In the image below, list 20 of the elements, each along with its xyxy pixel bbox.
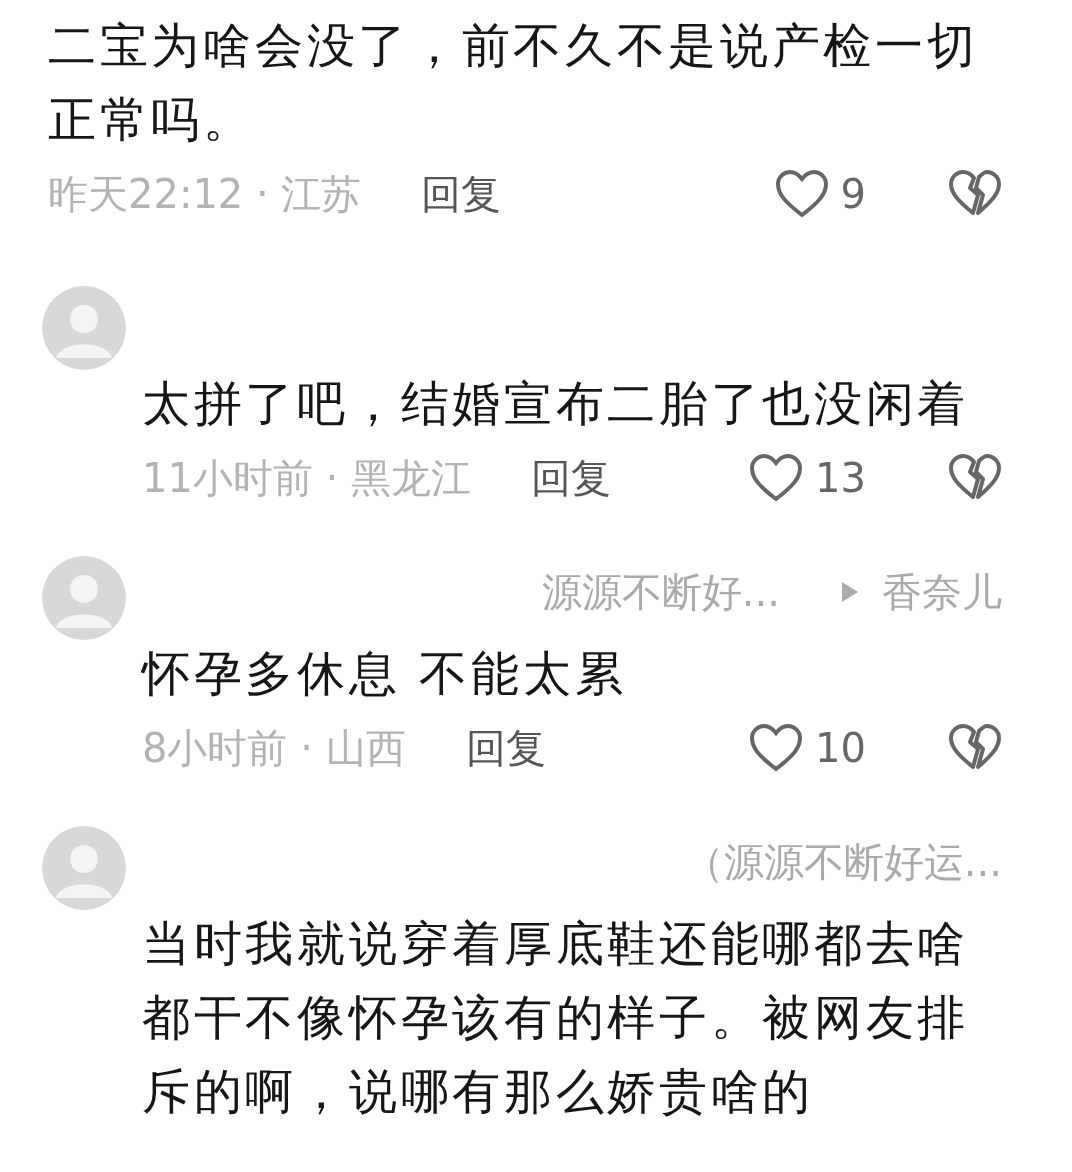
comment-text: 当时我就说穿着厚底鞋还能哪都去啥都干不像怀孕该有的样子。被网友排斥的啊，说哪有那么娇贵啥的: [142, 914, 971, 1121]
comment-time: 11小时前 · 黑龙江: [142, 454, 472, 503]
username: （源源不断好运...: [683, 838, 1002, 887]
comment-text: 怀孕多休息 不能太累: [142, 644, 628, 703]
comment-text: 二宝为啥会没了，前不久不是说产检一切正常吗。: [48, 16, 980, 149]
like-count: 9: [840, 170, 866, 219]
heart-icon[interactable]: [749, 453, 804, 503]
username: 源源不断好...: [541, 568, 780, 617]
comment-time: 昨天22:12 · 江苏: [48, 170, 362, 219]
comment-text: 太拼了吧，结婚宣布二胎了也没闲着: [142, 374, 971, 433]
reply-link[interactable]: 回复: [465, 718, 546, 778]
reply-link[interactable]: 回复: [531, 448, 612, 508]
play-icon: [840, 580, 860, 604]
comment-time: 8小时前 · 山西: [142, 724, 406, 773]
heart-icon[interactable]: [774, 169, 829, 219]
reply-link[interactable]: 回复: [421, 164, 502, 224]
heart-icon[interactable]: [749, 723, 804, 773]
like-count: 13: [815, 454, 866, 503]
like-count: 10: [815, 724, 866, 773]
reply-to-username: 香奈儿: [882, 568, 1002, 617]
